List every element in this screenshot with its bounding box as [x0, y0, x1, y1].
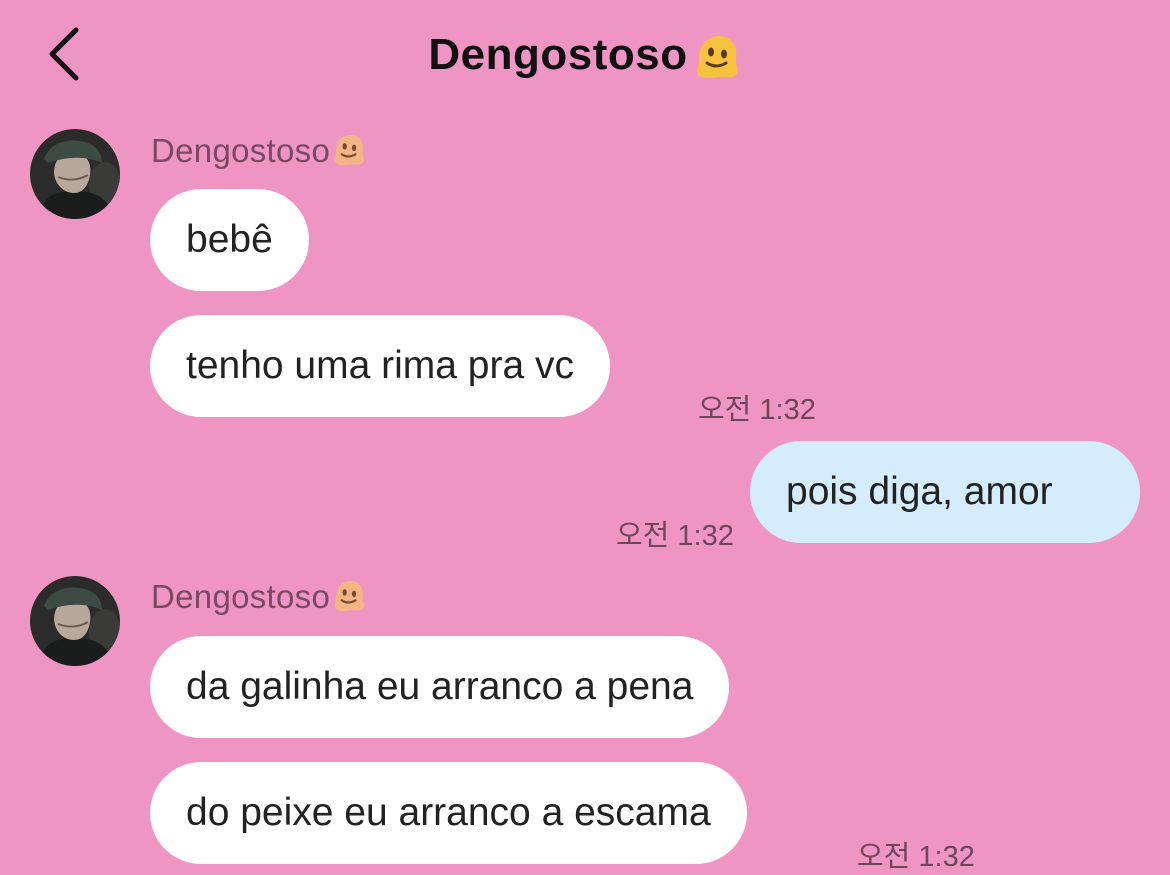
melting-face-icon [696, 36, 738, 79]
sender-name: Dengostoso [151, 578, 367, 616]
sender-name: Dengostoso [151, 132, 367, 170]
message-text: do peixe eu arranco a escama [186, 791, 711, 834]
avatar[interactable] [30, 129, 120, 219]
melting-face-icon [334, 135, 365, 166]
message-bubble[interactable]: da galinha eu arranco a pena [150, 636, 730, 738]
message-bubble[interactable]: tenho uma rima pra vc [150, 315, 611, 417]
message-text: bebê [186, 218, 273, 261]
message-timestamp: 오전 1:32 [616, 520, 734, 552]
melting-face-icon [334, 581, 365, 612]
message-bubble[interactable]: do peixe eu arranco a escama [150, 762, 747, 864]
message-bubble-outgoing[interactable]: pois diga, amor [750, 441, 1140, 543]
message-timestamp: 오전 1:32 [698, 394, 816, 426]
chat-title-text: Dengostoso [428, 30, 688, 79]
sender-name-text: Dengostoso [151, 578, 331, 615]
message-text: tenho uma rima pra vc [186, 344, 575, 387]
message-text: pois diga, amor [786, 470, 1053, 513]
chat-title[interactable]: Dengostoso [0, 30, 1170, 82]
chat-header: Dengostoso [0, 0, 1170, 110]
avatar[interactable] [30, 576, 120, 666]
message-bubble[interactable]: bebê [150, 189, 309, 291]
sender-name-text: Dengostoso [151, 132, 331, 169]
profile-photo [30, 129, 120, 219]
message-text: da galinha eu arranco a pena [186, 665, 694, 708]
profile-photo [30, 576, 120, 666]
